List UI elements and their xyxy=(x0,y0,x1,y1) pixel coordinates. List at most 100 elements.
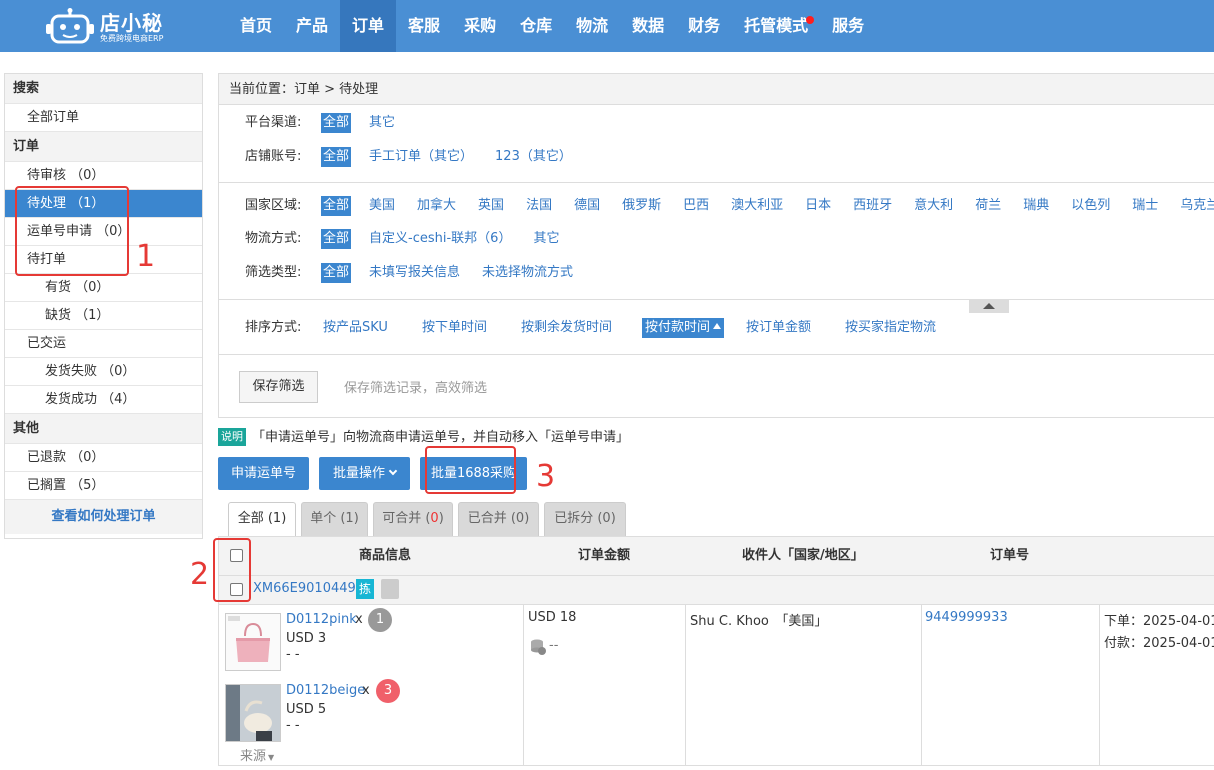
sort-option-selected[interactable]: 按付款时间 xyxy=(641,318,724,338)
nav-service[interactable]: 客服 xyxy=(396,0,452,52)
nav-logistics[interactable]: 物流 xyxy=(564,0,620,52)
sidebar-item-out-of-stock[interactable]: 缺货 （1） xyxy=(5,302,202,330)
batch-operations-button[interactable]: 批量操作 xyxy=(319,457,410,490)
order-row: D0112pink x 1 USD 3 - - D0112beige x 3 U… xyxy=(218,604,1214,766)
filter-option[interactable]: 其它 xyxy=(531,229,561,249)
tab-mergeable[interactable]: 可合并 (0) xyxy=(373,502,453,536)
tab-mergeable-label: 可合并 ( xyxy=(382,511,431,526)
filter-option[interactable]: 日本 xyxy=(803,196,833,216)
filter-option[interactable]: 全部 xyxy=(321,263,352,283)
order-header-row: XM66E9010449 拣 xyxy=(218,576,1214,605)
sort-option[interactable]: 按下单时间 xyxy=(420,318,489,338)
pick-tag: 拣 xyxy=(356,579,374,599)
product-thumbnail-beige[interactable] xyxy=(225,684,281,742)
sidebar-item-in-stock[interactable]: 有货 （0） xyxy=(5,274,202,302)
filter-option[interactable]: 自定义-ceshi-联邦（6） xyxy=(367,229,513,249)
sidebar-item-shipped[interactable]: 已交运 xyxy=(5,330,202,358)
top-navbar: 店小秘 免费跨境电商ERP 首页 产品 订单 客服 采购 仓库 物流 数据 财务… xyxy=(0,0,1214,52)
sidebar-item-on-hold[interactable]: 已搁置 （5） xyxy=(5,472,202,500)
sidebar-item-refunded[interactable]: 已退款 （0） xyxy=(5,444,202,472)
divider xyxy=(685,604,686,766)
nav-hosting[interactable]: 托管模式 xyxy=(732,0,820,52)
filter-label: 店铺账号: xyxy=(245,149,302,164)
quantity-badge: 1 xyxy=(368,608,392,632)
filter-option[interactable]: 全部 xyxy=(321,229,352,249)
order-number-link[interactable]: 9449999933 xyxy=(925,610,1008,625)
nav-hosting-label: 托管模式 xyxy=(744,16,809,35)
sidebar-item-all-orders[interactable]: 全部订单 xyxy=(5,104,202,132)
filter-option[interactable]: 其它 xyxy=(367,113,397,133)
quantity-badge: 3 xyxy=(376,679,400,703)
filter-type: 筛选类型: 全部 未填写报关信息 未选择物流方式 xyxy=(245,263,593,283)
filter-option[interactable]: 美国 xyxy=(367,196,397,216)
filter-option[interactable]: 未选择物流方式 xyxy=(480,263,575,283)
filter-shop: 店铺账号: 全部 手工订单（其它） 123（其它） xyxy=(245,147,592,167)
tab-mergeable-count: 0 xyxy=(430,511,439,526)
note-row: 说明 「申请运单号」向物流商申请运单号，并自动移入「运单号申请」 xyxy=(218,428,629,448)
filter-option[interactable]: 瑞典 xyxy=(1021,196,1051,216)
filter-option[interactable]: 英国 xyxy=(476,196,506,216)
quantity-x: x xyxy=(362,683,370,698)
filter-option[interactable]: 法国 xyxy=(524,196,554,216)
filter-option[interactable]: 瑞士 xyxy=(1130,196,1160,216)
sidebar-item-ship-success[interactable]: 发货成功 （4） xyxy=(5,386,202,414)
note-text: 「申请运单号」向物流商申请运单号，并自动移入「运单号申请」 xyxy=(252,430,630,445)
collapse-up-icon[interactable] xyxy=(969,300,1009,313)
sort-option[interactable]: 按订单金额 xyxy=(744,318,813,338)
save-filter-button[interactable]: 保存筛选 xyxy=(239,371,318,403)
receiver-info: Shu C. Khoo 「美国」 xyxy=(690,614,828,629)
filter-option[interactable]: 手工订单（其它） xyxy=(367,147,475,167)
filter-country: 国家区域: 全部 美国 加拿大 英国 法国 德国 俄罗斯 巴西 澳大利亚 日本 … xyxy=(245,196,1214,216)
filter-option[interactable]: 德国 xyxy=(572,196,602,216)
tab-single[interactable]: 单个 (1) xyxy=(301,502,368,536)
filter-label: 筛选类型: xyxy=(245,265,302,280)
filter-option[interactable]: 未填写报关信息 xyxy=(367,263,462,283)
filter-option[interactable]: 意大利 xyxy=(912,196,955,216)
nav-data[interactable]: 数据 xyxy=(620,0,676,52)
filter-label: 物流方式: xyxy=(245,231,302,246)
sidebar-item-ship-failed[interactable]: 发货失败 （0） xyxy=(5,358,202,386)
source-dropdown[interactable]: 来源 ▼ xyxy=(240,745,274,764)
sidebar-head-other: 其他 xyxy=(5,414,202,444)
sidebar-head-orders: 订单 xyxy=(5,132,202,162)
nav-home[interactable]: 首页 xyxy=(228,0,284,52)
divider xyxy=(523,604,524,766)
filter-option[interactable]: 俄罗斯 xyxy=(620,196,663,216)
nav-finance[interactable]: 财务 xyxy=(676,0,732,52)
filter-option[interactable]: 全部 xyxy=(321,196,352,216)
product-extra: - - xyxy=(286,647,300,662)
product-sku-link[interactable]: D0112beige xyxy=(286,683,365,698)
filter-option[interactable]: 以色列 xyxy=(1069,196,1112,216)
filter-option[interactable]: 西班牙 xyxy=(851,196,894,216)
filter-label: 国家区域: xyxy=(245,198,302,213)
sort-option[interactable]: 按产品SKU xyxy=(321,318,390,338)
sort-option[interactable]: 按剩余发货时间 xyxy=(519,318,614,338)
sidebar-help-link[interactable]: 查看如何处理订单 xyxy=(5,500,202,534)
nav-purchase[interactable]: 采购 xyxy=(452,0,508,52)
tab-all[interactable]: 全部 (1) xyxy=(228,502,296,537)
filter-option[interactable]: 荷兰 xyxy=(973,196,1003,216)
tab-merged[interactable]: 已合并 (0) xyxy=(458,502,539,536)
tab-split[interactable]: 已拆分 (0) xyxy=(544,502,626,536)
chevron-down-icon xyxy=(388,466,398,476)
nav-orders[interactable]: 订单 xyxy=(340,0,397,52)
filter-option[interactable]: 澳大利亚 xyxy=(729,196,785,216)
brand-logo[interactable]: 店小秘 免费跨境电商ERP xyxy=(46,6,196,46)
filter-option[interactable]: 全部 xyxy=(321,147,352,167)
product-sku-link[interactable]: D0112pink xyxy=(286,612,357,627)
filter-option[interactable]: 乌克兰 xyxy=(1178,196,1214,216)
filter-platform: 平台渠道: 全部 其它 xyxy=(245,113,415,133)
product-thumbnail-pink[interactable] xyxy=(225,613,281,671)
filter-option[interactable]: 巴西 xyxy=(681,196,711,216)
filter-option[interactable]: 全部 xyxy=(321,113,352,133)
nav-services[interactable]: 服务 xyxy=(820,0,876,52)
order-id-link[interactable]: XM66E9010449 xyxy=(253,581,356,596)
sidebar: 搜索 全部订单 订单 待审核 （0） 待处理 （1） 运单号申请 （0） 待打单… xyxy=(4,73,203,539)
nav-warehouse[interactable]: 仓库 xyxy=(508,0,564,52)
filter-option[interactable]: 123（其它） xyxy=(493,147,574,167)
filter-option[interactable]: 加拿大 xyxy=(415,196,458,216)
brand-subtitle: 免费跨境电商ERP xyxy=(100,34,164,43)
sort-option[interactable]: 按买家指定物流 xyxy=(843,318,938,338)
apply-waybill-button[interactable]: 申请运单号 xyxy=(218,457,309,490)
nav-products[interactable]: 产品 xyxy=(284,0,340,52)
